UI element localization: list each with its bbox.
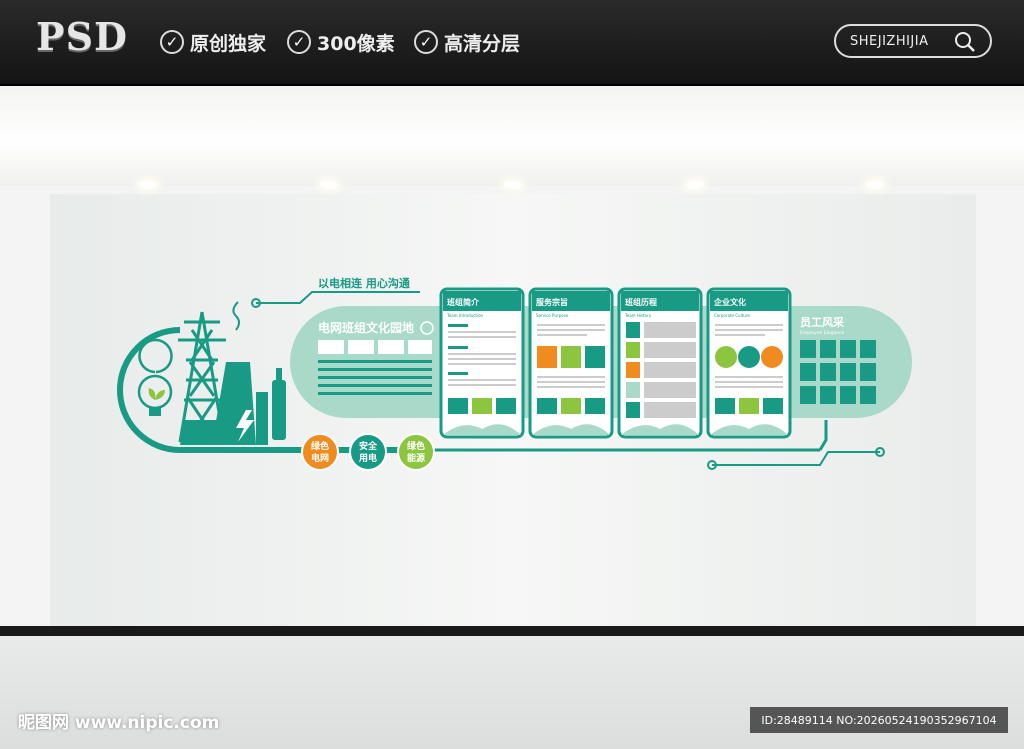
- bulb-icon: [137, 338, 173, 416]
- board-corporate-culture: 企业文化 Corporate Culture: [706, 287, 792, 439]
- svg-text:班组历程: 班组历程: [625, 297, 657, 307]
- svg-text:能源: 能源: [407, 452, 425, 464]
- board-team-history: 班组历程 Team History: [617, 287, 703, 439]
- circuit-line: [712, 451, 880, 466]
- svg-text:Service Purpose: Service Purpose: [536, 313, 569, 318]
- svg-text:服务宗旨: 服务宗旨: [536, 297, 568, 307]
- svg-text:绿色: 绿色: [311, 440, 329, 452]
- board-team-intro: 班组简介 Team Introduction: [439, 287, 525, 439]
- svg-text:电网: 电网: [311, 452, 329, 464]
- svg-text:Employee Elegance: Employee Elegance: [800, 330, 845, 336]
- board-service-purpose: 服务宗旨 Service Purpose: [528, 287, 614, 439]
- image-id-bar: ID:28489114 NO:20260524190352967104: [750, 707, 1008, 733]
- svg-text:用电: 用电: [358, 452, 377, 464]
- svg-text:绿色: 绿色: [407, 440, 425, 452]
- svg-text:Corporate Culture: Corporate Culture: [714, 313, 750, 318]
- svg-text:Team History: Team History: [624, 313, 652, 318]
- svg-text:班组简介: 班组简介: [447, 297, 480, 307]
- culture-wall: 以电相连 用心沟通 电网班组文化园地 绿色 电网 安全 用电 绿色 能源 班组简…: [117, 276, 912, 471]
- watermark-text: 昵图网 www.nipic.com: [18, 713, 220, 733]
- svg-text:员工风采: 员工风采: [800, 315, 845, 329]
- svg-text:安全: 安全: [359, 440, 378, 452]
- badge-green-grid: 绿色 电网: [301, 433, 339, 471]
- svg-text:Team Introduction: Team Introduction: [446, 313, 484, 318]
- slogan-text: 以电相连 用心沟通: [318, 276, 410, 290]
- main-title: 电网班组文化园地: [318, 320, 414, 335]
- svg-text:企业文化: 企业文化: [713, 297, 746, 307]
- badge-safe-power: 安全 用电: [349, 433, 387, 471]
- badge-green-energy: 绿色 能源: [397, 433, 435, 471]
- image-id-text: ID:28489114 NO:20260524190352967104: [761, 713, 997, 727]
- factory-icon: [212, 301, 286, 445]
- circuit-line: [256, 291, 420, 304]
